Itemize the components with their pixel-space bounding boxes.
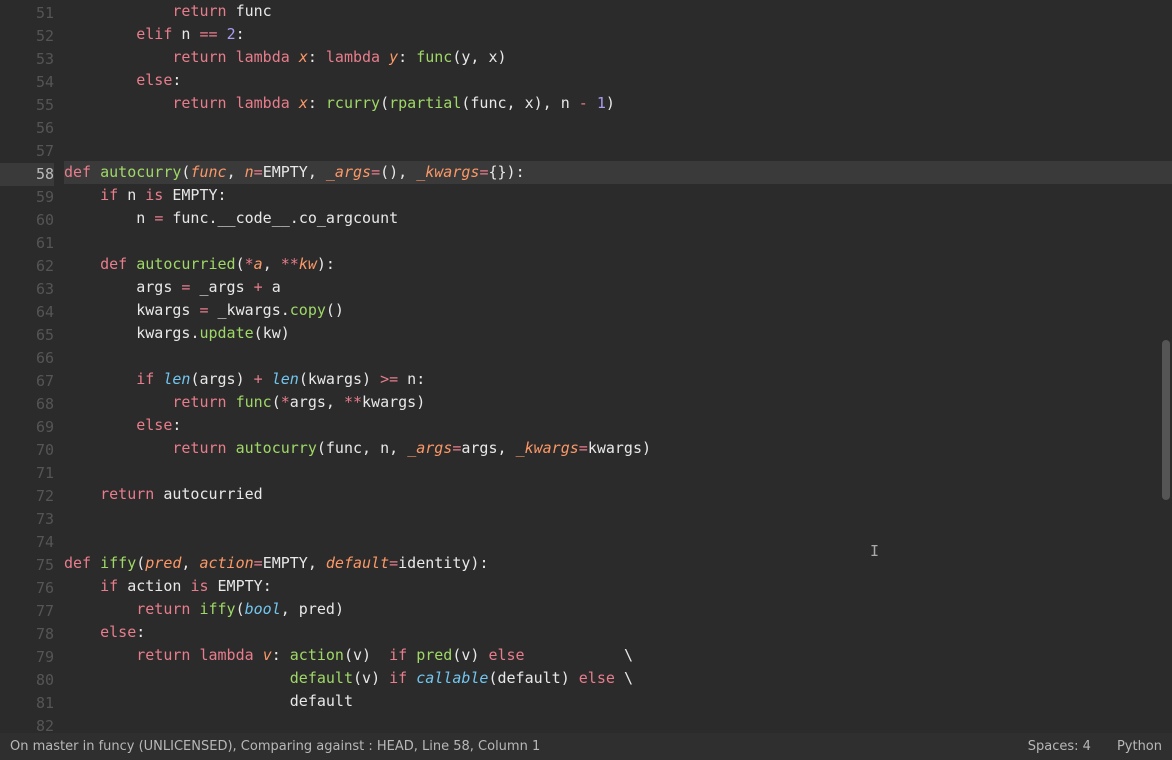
code-line[interactable]: n = func.__code__.co_argcount <box>64 207 1172 230</box>
line-number[interactable]: 75 <box>0 554 54 577</box>
code-line[interactable]: return func(*args, **kwargs) <box>64 391 1172 414</box>
code-line[interactable]: return lambda x: lambda y: func(y, x) <box>64 46 1172 69</box>
scrollbar-thumb[interactable] <box>1162 340 1170 500</box>
code-line[interactable]: args = _args + a <box>64 276 1172 299</box>
line-number[interactable]: 53 <box>0 48 54 71</box>
code-line[interactable] <box>64 345 1172 368</box>
line-number[interactable]: 77 <box>0 600 54 623</box>
line-number[interactable]: 57 <box>0 140 54 163</box>
code-line[interactable] <box>64 506 1172 529</box>
code-line[interactable]: kwargs = _kwargs.copy() <box>64 299 1172 322</box>
vertical-scrollbar[interactable] <box>1160 0 1172 733</box>
code-line[interactable] <box>64 230 1172 253</box>
line-number[interactable]: 59 <box>0 186 54 209</box>
line-number[interactable]: 76 <box>0 577 54 600</box>
line-number[interactable]: 71 <box>0 462 54 485</box>
code-line[interactable]: else: <box>64 621 1172 644</box>
line-number-gutter[interactable]: 5152535455565758596061626364656667686970… <box>0 0 64 733</box>
line-number[interactable]: 82 <box>0 715 54 733</box>
line-number[interactable]: 64 <box>0 301 54 324</box>
line-number[interactable]: 69 <box>0 416 54 439</box>
line-number[interactable]: 55 <box>0 94 54 117</box>
line-number[interactable]: 63 <box>0 278 54 301</box>
line-number[interactable]: 78 <box>0 623 54 646</box>
line-number[interactable]: 66 <box>0 347 54 370</box>
code-line[interactable]: default(v) if callable(default) else \ <box>64 667 1172 690</box>
line-number[interactable]: 81 <box>0 692 54 715</box>
code-line[interactable]: return iffy(bool, pred) <box>64 598 1172 621</box>
code-line[interactable]: kwargs.update(kw) <box>64 322 1172 345</box>
line-number[interactable]: 56 <box>0 117 54 140</box>
line-number[interactable]: 68 <box>0 393 54 416</box>
code-line[interactable] <box>64 138 1172 161</box>
code-line[interactable]: if n is EMPTY: <box>64 184 1172 207</box>
code-editor[interactable]: 5152535455565758596061626364656667686970… <box>0 0 1172 733</box>
code-line[interactable] <box>64 115 1172 138</box>
line-number[interactable]: 54 <box>0 71 54 94</box>
status-language[interactable]: Python <box>1117 739 1162 754</box>
code-line[interactable]: elif n == 2: <box>64 23 1172 46</box>
code-line[interactable]: return autocurry(func, n, _args=args, _k… <box>64 437 1172 460</box>
code-line[interactable] <box>64 529 1172 552</box>
status-left[interactable]: On master in funcy (UNLICENSED), Compari… <box>10 739 1002 754</box>
line-number[interactable]: 73 <box>0 508 54 531</box>
line-number[interactable]: 52 <box>0 25 54 48</box>
line-number[interactable]: 74 <box>0 531 54 554</box>
code-line[interactable]: def autocurried(*a, **kw): <box>64 253 1172 276</box>
code-line[interactable]: def autocurry(func, n=EMPTY, _args=(), _… <box>64 161 1172 184</box>
line-number[interactable]: 58 <box>0 163 54 186</box>
line-number[interactable]: 67 <box>0 370 54 393</box>
line-number[interactable]: 62 <box>0 255 54 278</box>
line-number[interactable]: 70 <box>0 439 54 462</box>
code-line[interactable]: else: <box>64 414 1172 437</box>
code-line[interactable]: default <box>64 690 1172 713</box>
line-number[interactable]: 60 <box>0 209 54 232</box>
line-number[interactable]: 51 <box>0 2 54 25</box>
code-line[interactable]: return func <box>64 0 1172 23</box>
code-line[interactable] <box>64 460 1172 483</box>
line-number[interactable]: 61 <box>0 232 54 255</box>
code-line[interactable]: return lambda x: rcurry(rpartial(func, x… <box>64 92 1172 115</box>
code-line[interactable]: return lambda v: action(v) if pred(v) el… <box>64 644 1172 667</box>
code-line[interactable]: if action is EMPTY: <box>64 575 1172 598</box>
status-bar: On master in funcy (UNLICENSED), Compari… <box>0 733 1172 760</box>
code-area[interactable]: return func elif n == 2: return lambda x… <box>64 0 1172 733</box>
code-line[interactable]: else: <box>64 69 1172 92</box>
code-line[interactable] <box>64 713 1172 733</box>
line-number[interactable]: 79 <box>0 646 54 669</box>
code-line[interactable]: return autocurried <box>64 483 1172 506</box>
code-line[interactable]: if len(args) + len(kwargs) >= n: <box>64 368 1172 391</box>
line-number[interactable]: 72 <box>0 485 54 508</box>
status-indent[interactable]: Spaces: 4 <box>1028 739 1091 754</box>
line-number[interactable]: 80 <box>0 669 54 692</box>
line-number[interactable]: 65 <box>0 324 54 347</box>
code-line[interactable]: def iffy(pred, action=EMPTY, default=ide… <box>64 552 1172 575</box>
